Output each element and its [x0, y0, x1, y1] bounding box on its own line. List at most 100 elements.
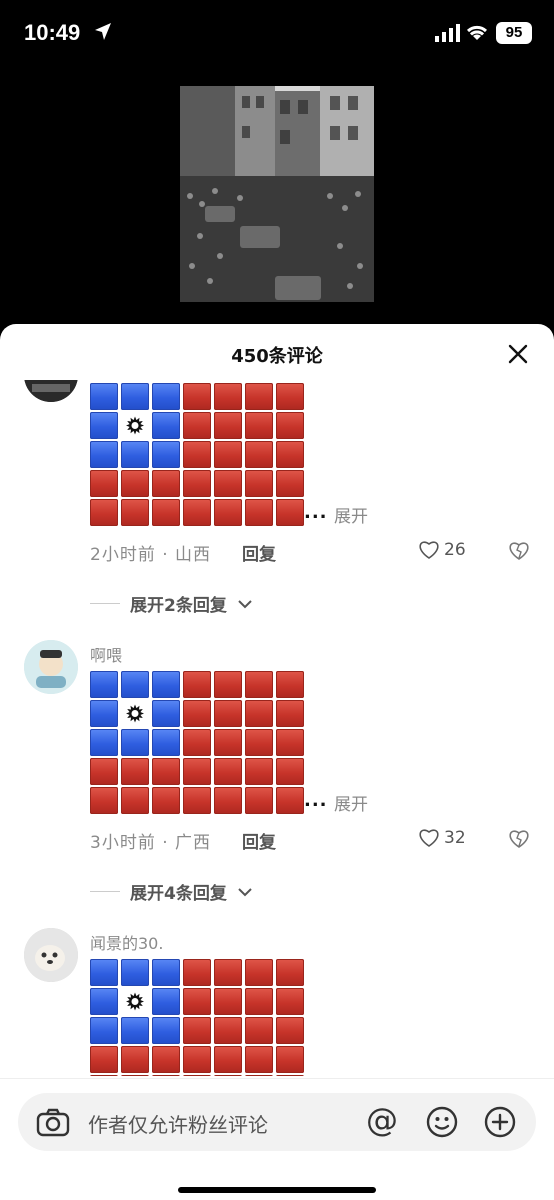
divider-line	[90, 891, 120, 892]
camera-icon[interactable]	[36, 1107, 70, 1137]
red-square-emoji	[183, 499, 211, 526]
comments-count-title: 450条评论	[231, 346, 323, 367]
expand-text-link[interactable]: 展开	[334, 502, 368, 527]
blue-square-emoji	[121, 959, 149, 986]
blue-square-emoji	[152, 383, 180, 410]
comment-input-placeholder: 作者仅允许粉丝评论	[88, 1113, 268, 1137]
chevron-down-icon	[238, 887, 252, 896]
blue-square-emoji	[152, 1017, 180, 1044]
street-crowd-image	[180, 86, 374, 302]
red-square-emoji	[214, 787, 242, 814]
comment-username[interactable]: 闻景的30.	[90, 930, 163, 954]
comment-input[interactable]: 作者仅允许粉丝评论 @	[18, 1093, 536, 1151]
red-square-emoji	[152, 470, 180, 497]
red-square-emoji	[276, 729, 304, 756]
blue-square-emoji	[90, 729, 118, 756]
avatar[interactable]	[24, 928, 78, 982]
red-square-emoji	[276, 988, 304, 1015]
red-square-emoji	[276, 383, 304, 410]
red-square-emoji	[214, 1075, 242, 1076]
blue-square-emoji	[90, 959, 118, 986]
sun-emblem-emoji	[121, 412, 149, 439]
red-square-emoji	[276, 441, 304, 468]
chevron-down-icon	[238, 599, 252, 608]
red-square-emoji	[121, 758, 149, 785]
red-square-emoji	[245, 1075, 273, 1076]
red-square-emoji	[276, 700, 304, 727]
close-icon[interactable]	[506, 342, 530, 366]
blue-square-emoji	[152, 441, 180, 468]
red-square-emoji	[183, 470, 211, 497]
red-square-emoji	[214, 700, 242, 727]
red-square-emoji	[276, 959, 304, 986]
avatar[interactable]	[24, 640, 78, 694]
expand-replies-label: 展开4条回复	[130, 884, 227, 904]
expand-text-link[interactable]: 展开	[334, 790, 368, 815]
red-square-emoji	[214, 729, 242, 756]
red-square-emoji	[245, 988, 273, 1015]
red-square-emoji	[214, 1046, 242, 1073]
red-square-emoji	[214, 383, 242, 410]
red-square-emoji	[183, 700, 211, 727]
home-indicator	[178, 1187, 376, 1193]
red-square-emoji	[214, 1017, 242, 1044]
red-square-emoji	[245, 787, 273, 814]
post-photo[interactable]	[180, 86, 374, 302]
red-square-emoji	[152, 787, 180, 814]
blue-square-emoji	[152, 412, 180, 439]
expand-replies-button[interactable]: 展开2条回复	[90, 591, 253, 616]
sun-emblem-emoji	[121, 700, 149, 727]
comments-list[interactable]: ... 展开 2小时前 · 山西 回复 26 展开2条回复 啊喂 ... 展开 …	[0, 380, 554, 1076]
red-square-emoji	[183, 441, 211, 468]
blue-square-emoji	[90, 700, 118, 727]
battery-indicator: 95	[496, 22, 532, 44]
blue-square-emoji	[90, 412, 118, 439]
plus-icon[interactable]	[484, 1106, 516, 1138]
blue-square-emoji	[121, 441, 149, 468]
comment-meta: 3小时前 · 广西	[90, 833, 212, 853]
comments-sheet: 450条评论 ... 展开 2小时前 · 山西 回复 26 展开2条回复 啊喂 …	[0, 324, 554, 1200]
red-square-emoji	[214, 441, 242, 468]
blue-square-emoji	[90, 671, 118, 698]
like-button[interactable]: 26	[418, 540, 466, 560]
emoji-icon[interactable]	[426, 1106, 458, 1138]
flag-emoji-grid	[90, 671, 304, 817]
red-square-emoji	[276, 1017, 304, 1044]
red-square-emoji	[183, 787, 211, 814]
red-square-emoji	[183, 959, 211, 986]
heart-icon	[419, 541, 439, 559]
red-square-emoji	[245, 412, 273, 439]
red-square-emoji	[214, 499, 242, 526]
mention-button[interactable]: @	[366, 1101, 398, 1139]
red-square-emoji	[121, 499, 149, 526]
blue-square-emoji	[90, 383, 118, 410]
broken-heart-icon[interactable]	[508, 829, 530, 849]
like-button[interactable]: 32	[418, 828, 466, 848]
red-square-emoji	[183, 383, 211, 410]
blue-square-emoji	[152, 700, 180, 727]
avatar[interactable]	[24, 380, 78, 402]
expand-replies-button[interactable]: 展开4条回复	[90, 879, 253, 904]
broken-heart-icon[interactable]	[508, 541, 530, 561]
red-square-emoji	[214, 671, 242, 698]
blue-square-emoji	[90, 988, 118, 1015]
red-square-emoji	[245, 383, 273, 410]
reply-button[interactable]: 回复	[242, 828, 276, 853]
red-square-emoji	[152, 1075, 180, 1076]
like-count: 32	[444, 828, 466, 848]
red-square-emoji	[276, 1075, 304, 1076]
ellipsis: ...	[304, 790, 328, 811]
comment-username[interactable]: 啊喂	[90, 642, 122, 666]
red-square-emoji	[276, 412, 304, 439]
reply-button[interactable]: 回复	[242, 540, 276, 565]
wifi-icon	[466, 25, 488, 40]
red-square-emoji	[245, 671, 273, 698]
red-square-emoji	[90, 787, 118, 814]
red-square-emoji	[183, 412, 211, 439]
status-time: 10:49	[24, 20, 81, 45]
red-square-emoji	[121, 1075, 149, 1076]
red-square-emoji	[214, 470, 242, 497]
red-square-emoji	[214, 412, 242, 439]
red-square-emoji	[152, 758, 180, 785]
blue-square-emoji	[90, 441, 118, 468]
